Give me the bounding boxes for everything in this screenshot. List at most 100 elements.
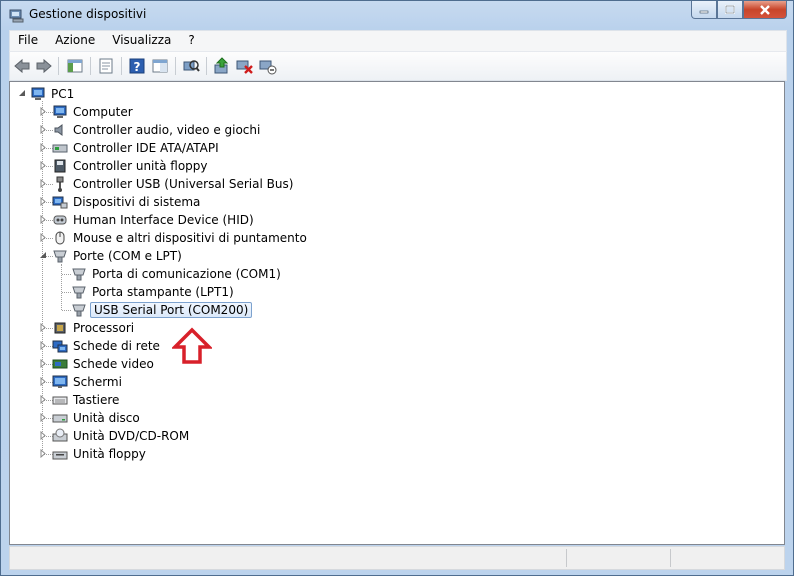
tree-item-label: Dispositivi di sistema: [73, 195, 201, 209]
expand-processori-icon[interactable]: [39, 323, 48, 332]
tree-item-porte-com-e-lpt[interactable]: Porte (COM e LPT): [52, 247, 184, 265]
back-icon[interactable]: [13, 57, 31, 75]
tree-item-label: Unità disco: [73, 411, 140, 425]
hid-icon: [53, 215, 67, 225]
tree-item-dispositivi-di-sistema[interactable]: Dispositivi di sistema: [52, 193, 202, 211]
monitor-icon: [52, 375, 68, 388]
tree-item-label: Mouse e altri dispositivi di puntamento: [73, 231, 307, 245]
processor-icon: [54, 322, 66, 334]
tree-item-processori[interactable]: Processori: [52, 319, 136, 337]
tree-item-controller-unit-floppy[interactable]: Controller unità floppy: [52, 157, 210, 175]
minimize-icon: [699, 10, 709, 13]
tree-item-schede-video[interactable]: Schede video: [52, 355, 156, 373]
tree-item-unit-floppy[interactable]: Unità floppy: [52, 445, 148, 463]
tree-item-controller-usb-universal-serial-bus[interactable]: Controller USB (Universal Serial Bus): [52, 175, 295, 193]
tree-item-label: Schermi: [73, 375, 122, 389]
expand-controller-usb-universal-serial-bus-icon[interactable]: [39, 179, 48, 188]
expand-unit-floppy-icon[interactable]: [39, 449, 48, 458]
collapse-porte-com-e-lpt-icon[interactable]: [39, 251, 48, 260]
expand-schermi-icon[interactable]: [39, 377, 48, 386]
tree-item-human-interface-device-hid[interactable]: Human Interface Device (HID): [52, 211, 256, 229]
tree-view-icon[interactable]: [66, 57, 84, 75]
tree-item-label: Tastiere: [73, 393, 120, 407]
tree-item-tastiere[interactable]: Tastiere: [52, 391, 121, 409]
tree-item-label: Schede di rete: [73, 339, 160, 353]
expand-controller-audio-video-e-giochi-icon[interactable]: [39, 125, 48, 134]
window-title: Gestione dispositivi: [29, 7, 147, 21]
tree-item-label: Human Interface Device (HID): [73, 213, 254, 227]
tree-item-controller-audio-video-e-giochi[interactable]: Controller audio, video e giochi: [52, 121, 262, 139]
network-adapter-icon: [52, 340, 68, 353]
dvd-drive-icon: [52, 428, 68, 442]
uninstall-icon[interactable]: [236, 57, 254, 75]
expand-unit-disco-icon[interactable]: [39, 413, 48, 422]
tree-item-schede-di-rete[interactable]: Schede di rete: [52, 337, 162, 355]
console-icon[interactable]: [151, 57, 169, 75]
keyboard-icon: [52, 396, 68, 405]
properties-icon[interactable]: [97, 57, 115, 75]
collapse-pc1-icon[interactable]: [18, 89, 27, 98]
tree-subitem-porta-di-comunicazione-com1[interactable]: Porta di comunicazione (COM1): [71, 265, 283, 283]
system-device-icon: [52, 196, 68, 209]
title-bar[interactable]: Gestione dispositivi: [1, 1, 793, 29]
device-tree[interactable]: PC1 Computer Controller audio, video e gio…: [9, 81, 785, 545]
port-icon: [72, 268, 86, 281]
port-icon: [72, 286, 86, 299]
expand-schede-video-icon[interactable]: [39, 359, 48, 368]
tree-root-pc1[interactable]: PC1: [30, 85, 76, 103]
tree-item-label: Schede video: [73, 357, 154, 371]
expand-schede-di-rete-icon[interactable]: [39, 341, 48, 350]
tree-item-mouse-e-altri-dispositivi-di-puntamento[interactable]: Mouse e altri dispositivi di puntamento: [52, 229, 309, 247]
port-icon: [53, 250, 67, 263]
tree-item-unit-dvd-cd-rom[interactable]: Unità DVD/CD-ROM: [52, 427, 191, 445]
tree-item-label: Processori: [73, 321, 135, 335]
computer-icon: [31, 87, 45, 100]
status-bar: [9, 546, 785, 570]
scan-hardware-icon[interactable]: [182, 57, 200, 75]
expand-mouse-e-altri-dispositivi-di-puntamento-icon[interactable]: [39, 233, 48, 242]
tree-subitem-usb-serial-port-com200[interactable]: USB Serial Port (COM200): [71, 301, 253, 319]
maximize-icon: [725, 5, 735, 14]
tree-item-controller-ide-ata-atapi[interactable]: Controller IDE ATA/ATAPI: [52, 139, 221, 157]
menu-help[interactable]: ?: [180, 31, 203, 51]
expand-human-interface-device-hid-icon[interactable]: [39, 215, 48, 224]
menu-file[interactable]: File: [10, 31, 47, 51]
tree-item-label: Computer: [73, 105, 133, 119]
disable-icon[interactable]: [259, 57, 277, 75]
tree-item-label: Controller IDE ATA/ATAPI: [73, 141, 219, 155]
device-manager-window: Gestione dispositivi File Azione Visuali…: [0, 0, 794, 576]
update-driver-icon[interactable]: [213, 57, 231, 75]
minimize-button[interactable]: [691, 1, 717, 19]
expand-tastiere-icon[interactable]: [39, 395, 48, 404]
expand-controller-ide-ata-atapi-icon[interactable]: [39, 143, 48, 152]
tree-item-label: Unità DVD/CD-ROM: [73, 429, 190, 443]
computer-icon: [53, 105, 67, 118]
expand-dispositivi-di-sistema-icon[interactable]: [39, 197, 48, 206]
menu-bar: File Azione Visualizza ?: [9, 30, 787, 51]
tree-item-label: USB Serial Port (COM200): [90, 302, 253, 318]
expand-controller-unit-floppy-icon[interactable]: [39, 161, 48, 170]
expand-unit-dvd-cd-rom-icon[interactable]: [39, 431, 48, 440]
tree-item-label: Porte (COM e LPT): [73, 249, 182, 263]
display-adapter-icon: [52, 359, 68, 369]
floppy-drive-icon: [52, 451, 68, 460]
svg-text:?: ?: [134, 60, 141, 74]
menu-visualizza[interactable]: Visualizza: [104, 31, 180, 51]
help-icon[interactable]: ?: [128, 57, 146, 75]
maximize-button[interactable]: [717, 1, 743, 19]
close-button[interactable]: [743, 1, 787, 19]
disk-drive-icon: [52, 414, 68, 423]
annotation-arrow-icon: [172, 327, 212, 364]
ide-controller-icon: [52, 144, 68, 153]
expand-computer-icon[interactable]: [39, 107, 48, 116]
forward-icon[interactable]: [35, 57, 53, 75]
menu-azione[interactable]: Azione: [47, 31, 104, 51]
tree-item-schermi[interactable]: Schermi: [52, 373, 124, 391]
tree-item-label: Controller USB (Universal Serial Bus): [73, 177, 294, 191]
device-manager-icon: [9, 9, 24, 23]
tree-subitem-porta-stampante-lpt1[interactable]: Porta stampante (LPT1): [71, 283, 236, 301]
tree-item-label: Controller unità floppy: [73, 159, 208, 173]
tree-item-label: PC1: [51, 87, 75, 101]
tree-item-unit-disco[interactable]: Unità disco: [52, 409, 142, 427]
tree-item-computer[interactable]: Computer: [52, 103, 135, 121]
